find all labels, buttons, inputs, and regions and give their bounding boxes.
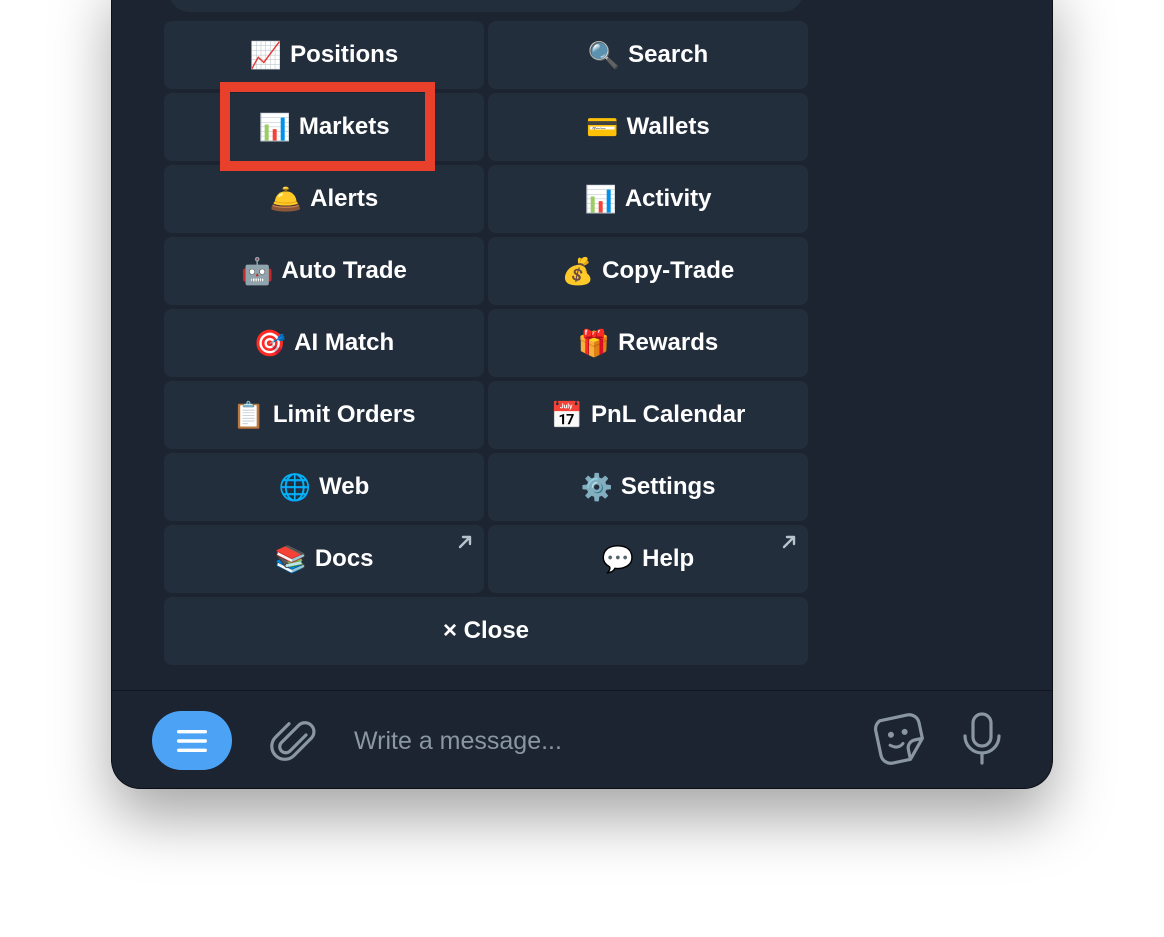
settings-label: Settings (620, 473, 716, 500)
clipboard-icon: 📋 (232, 400, 265, 430)
ai-match-button[interactable]: 🎯 AI Match (164, 309, 484, 377)
menu-button[interactable] (152, 711, 232, 770)
keyboard-row: 📊 Markets 💳 Wallets (164, 93, 808, 161)
wallets-button[interactable]: 💳 Wallets (488, 93, 808, 161)
microphone-icon[interactable] (960, 711, 1004, 767)
search-label: Search (628, 41, 709, 68)
speech-bubble-icon: 💬 (601, 544, 635, 574)
close-button[interactable]: × Close (164, 597, 808, 665)
close-label: × Close (442, 617, 530, 644)
copy-trade-button[interactable]: 💰 Copy-Trade (488, 237, 808, 305)
money-bag-icon: 💰 (561, 256, 595, 286)
message-input-bar (112, 690, 1052, 788)
credit-card-icon: 💳 (586, 112, 619, 142)
keyboard-row: 🤖 Auto Trade 💰 Copy-Trade (164, 237, 808, 305)
rewards-label: Rewards (618, 329, 719, 356)
reply-keyboard: 📈 Positions 🔍 Search 📊 Markets 💳 Wallets… (164, 21, 808, 669)
magnifier-icon: 🔍 (587, 40, 621, 70)
keyboard-row: 📋 Limit Orders 📅 PnL Calendar (164, 381, 808, 449)
keyboard-row: 📚 Docs 💬 Help (164, 525, 808, 593)
keyboard-row: × Close (164, 597, 808, 665)
message-input[interactable] (352, 717, 856, 765)
activity-button[interactable]: 📊 Activity (488, 165, 808, 233)
previous-message-bubble (168, 0, 804, 12)
pnl-calendar-label: PnL Calendar (591, 401, 746, 428)
keyboard-row: 🌐 Web ⚙️ Settings (164, 453, 808, 521)
rewards-button[interactable]: 🎁 Rewards (488, 309, 808, 377)
menu-icon (177, 729, 207, 752)
arrow-up-right-icon (782, 535, 796, 549)
settings-button[interactable]: ⚙️ Settings (488, 453, 808, 521)
auto-trade-button[interactable]: 🤖 Auto Trade (164, 237, 484, 305)
wallets-label: Wallets (626, 113, 710, 140)
limit-orders-button[interactable]: 📋 Limit Orders (164, 381, 484, 449)
calendar-icon: 📅 (550, 400, 584, 430)
globe-icon: 🌐 (278, 472, 312, 502)
markets-button[interactable]: 📊 Markets (164, 93, 484, 161)
gear-icon: ⚙️ (580, 472, 613, 502)
paperclip-icon[interactable] (270, 715, 316, 765)
positions-label: Positions (290, 41, 399, 68)
search-button[interactable]: 🔍 Search (488, 21, 808, 89)
robot-icon: 🤖 (241, 256, 274, 286)
alerts-button[interactable]: 🛎️ Alerts (164, 165, 484, 233)
web-label: Web (319, 473, 370, 500)
gift-icon: 🎁 (577, 328, 611, 358)
keyboard-row: 📈 Positions 🔍 Search (164, 21, 808, 89)
keyboard-row: 🎯 AI Match 🎁 Rewards (164, 309, 808, 377)
docs-button[interactable]: 📚 Docs (164, 525, 484, 593)
help-label: Help (642, 545, 695, 572)
pnl-calendar-button[interactable]: 📅 PnL Calendar (488, 381, 808, 449)
limit-orders-label: Limit Orders (272, 401, 416, 428)
books-icon: 📚 (274, 544, 307, 574)
arrow-up-right-icon (458, 535, 472, 549)
chart-up-icon: 📈 (249, 40, 283, 70)
keyboard-row: 🛎️ Alerts 📊 Activity (164, 165, 808, 233)
alerts-label: Alerts (310, 185, 379, 212)
copy-trade-label: Copy-Trade (602, 257, 735, 284)
markets-label: Markets (298, 113, 390, 140)
bar-chart-icon: 📊 (258, 112, 291, 142)
activity-label: Activity (624, 185, 712, 212)
target-icon: 🎯 (253, 328, 287, 358)
bar-chart-icon: 📊 (584, 184, 617, 214)
web-button[interactable]: 🌐 Web (164, 453, 484, 521)
docs-label: Docs (314, 545, 374, 572)
bell-icon: 🛎️ (269, 184, 303, 214)
ai-match-label: AI Match (294, 329, 395, 356)
positions-button[interactable]: 📈 Positions (164, 21, 484, 89)
sticker-icon[interactable] (872, 711, 928, 767)
auto-trade-label: Auto Trade (281, 257, 407, 284)
chat-window: 📈 Positions 🔍 Search 📊 Markets 💳 Wallets… (112, 0, 1052, 788)
help-button[interactable]: 💬 Help (488, 525, 808, 593)
